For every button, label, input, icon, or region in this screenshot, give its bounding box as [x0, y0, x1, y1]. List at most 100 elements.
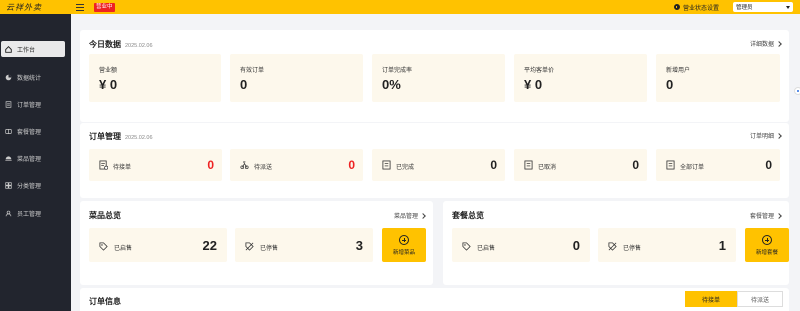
- chevron-right-icon: [776, 40, 782, 47]
- dish-on-sale-label: 已启售: [114, 246, 133, 252]
- order-cancel-box[interactable]: 已取消 0: [514, 149, 647, 181]
- today-data-card: 今日数据 2025.02.06 详细数据 营业额 ¥ 0 有效订单 0 订单完成率…: [80, 30, 789, 122]
- order-pending-icon: [99, 160, 108, 170]
- today-title-text: 今日数据: [89, 40, 121, 49]
- stat-value: 0: [666, 77, 674, 92]
- sidebar-item-label: 工作台: [17, 47, 36, 54]
- stat-label: 订单完成率: [382, 68, 413, 74]
- combo-on-sale-count: 0: [572, 238, 580, 253]
- combo-on-sale-label: 已启售: [477, 246, 496, 252]
- sidebar-item-dishes[interactable]: 菜品管理: [1, 150, 65, 166]
- today-data-title: 今日数据 2025.02.06: [89, 39, 153, 50]
- chart-icon: [5, 74, 12, 81]
- order-detail-label: 订单明细: [749, 134, 774, 140]
- order-label: 全部订单: [680, 165, 705, 171]
- dish-off-sale-count: 3: [355, 238, 363, 253]
- plus-circle-icon: [762, 235, 772, 245]
- today-date: 2025.02.06: [125, 43, 153, 49]
- order-label: 待接单: [113, 165, 132, 171]
- dish-on-sale-box: 已启售 22: [89, 228, 227, 262]
- add-dish-label: 新增菜品: [392, 250, 415, 256]
- tab-awaiting-delivery[interactable]: 待派送: [737, 291, 783, 307]
- menu-toggle-icon[interactable]: [76, 3, 84, 11]
- app-logo[interactable]: 云祥外卖: [0, 2, 60, 13]
- order-delivery-box[interactable]: 待派送 0: [230, 149, 363, 181]
- sidebar-item-statistics[interactable]: 数据统计: [1, 69, 65, 85]
- order-info-card: 订单信息 待接单 待派送: [80, 288, 789, 311]
- plus-circle-icon: [399, 235, 409, 245]
- order-count: 0: [765, 158, 772, 172]
- category-icon: [5, 181, 12, 189]
- order-detail-link[interactable]: 订单明细: [749, 131, 782, 140]
- sidebar: 工作台 数据统计 订单管理 套餐管理 菜品管理 分类管理 员工管理: [0, 14, 71, 311]
- tab-pending-orders[interactable]: 待接单: [685, 291, 737, 307]
- add-dish-button[interactable]: 新增菜品: [382, 228, 426, 262]
- detail-data-link[interactable]: 详细数据: [749, 39, 782, 48]
- detail-data-label: 详细数据: [749, 42, 774, 48]
- stat-label: 营业额: [99, 68, 118, 74]
- admin-label: 管理员: [736, 5, 753, 11]
- sidebar-item-label: 订单管理: [17, 102, 42, 109]
- order-count: 0: [490, 158, 497, 172]
- sidebar-item-orders[interactable]: 订单管理: [1, 96, 65, 112]
- order-label: 已完成: [396, 165, 415, 171]
- dish-management-label: 菜品管理: [393, 214, 418, 220]
- status-setting-button[interactable]: 营业状态设置: [673, 3, 719, 12]
- stat-value: ¥ 0: [524, 77, 543, 92]
- floating-assistant-icon[interactable]: [794, 87, 800, 95]
- home-icon: [5, 45, 12, 53]
- order-count: 0: [348, 158, 355, 172]
- order-management-title: 订单管理 2025.02.06: [89, 131, 153, 142]
- stat-average-price: 平均客单价 ¥ 0: [514, 54, 647, 102]
- order-info-title: 订单信息: [89, 297, 121, 306]
- order-management-card: 订单管理 2025.02.06 订单明细 待接单 0 待派送 0 已完成 0 已取…: [80, 123, 789, 198]
- sidebar-item-employees[interactable]: 员工管理: [1, 205, 65, 221]
- dish-management-link[interactable]: 菜品管理: [393, 211, 426, 220]
- off-sale-icon: [245, 242, 254, 251]
- stat-value: ¥ 0: [99, 77, 118, 92]
- order-label: 待派送: [254, 165, 273, 171]
- sidebar-item-combos[interactable]: 套餐管理: [1, 123, 65, 139]
- sidebar-item-categories[interactable]: 分类管理: [1, 177, 65, 193]
- clock-icon: [673, 4, 680, 10]
- sidebar-item-label: 套餐管理: [17, 129, 42, 136]
- stat-label: 平均客单价: [524, 68, 555, 74]
- orders-title-text: 订单管理: [89, 132, 121, 141]
- off-sale-icon: [608, 242, 617, 251]
- sidebar-item-label: 数据统计: [17, 75, 42, 82]
- admin-dropdown[interactable]: 管理员: [733, 2, 793, 12]
- main-content: 今日数据 2025.02.06 详细数据 营业额 ¥ 0 有效订单 0 订单完成率…: [71, 14, 800, 311]
- add-combo-button[interactable]: 新增套餐: [745, 228, 789, 262]
- stat-new-users: 新增用户 0: [656, 54, 780, 102]
- sidebar-item-workbench[interactable]: 工作台: [1, 41, 65, 57]
- combo-management-label: 套餐管理: [749, 214, 774, 220]
- caret-down-icon: [786, 5, 790, 9]
- order-count: 0: [207, 158, 214, 172]
- dish-overview-card: 菜品总览 菜品管理 已启售 22 已停售 3 新增菜品: [80, 201, 433, 285]
- combo-on-sale-box: 已启售 0: [452, 228, 590, 262]
- status-setting-label: 营业状态设置: [682, 5, 719, 12]
- order-complete-box[interactable]: 已完成 0: [372, 149, 505, 181]
- add-combo-label: 新增套餐: [755, 250, 778, 256]
- stat-value: 0%: [382, 77, 401, 92]
- combo-overview-title: 套餐总览: [452, 211, 484, 220]
- dish-off-sale-label: 已停售: [260, 246, 279, 252]
- sidebar-item-label: 分类管理: [17, 183, 42, 190]
- on-sale-icon: [462, 242, 471, 251]
- top-bar: 云祥外卖 营业中 营业状态设置 管理员: [0, 0, 800, 14]
- combo-off-sale-label: 已停售: [623, 246, 642, 252]
- delivery-icon: [240, 161, 249, 170]
- status-badge: 营业中: [94, 2, 115, 12]
- stat-label: 新增用户: [666, 68, 691, 74]
- order-cancel-icon: [524, 160, 533, 170]
- stat-valid-orders: 有效订单 0: [230, 54, 363, 102]
- combo-off-sale-count: 1: [718, 238, 726, 253]
- order-all-box[interactable]: 全部订单 0: [656, 149, 780, 181]
- order-pending-box[interactable]: 待接单 0: [89, 149, 222, 181]
- combo-management-link[interactable]: 套餐管理: [749, 211, 782, 220]
- chevron-right-icon: [420, 212, 426, 219]
- stat-value: 0: [240, 77, 248, 92]
- sidebar-item-label: 员工管理: [17, 211, 42, 218]
- orders-date: 2025.02.06: [125, 135, 153, 141]
- order-all-icon: [666, 160, 675, 170]
